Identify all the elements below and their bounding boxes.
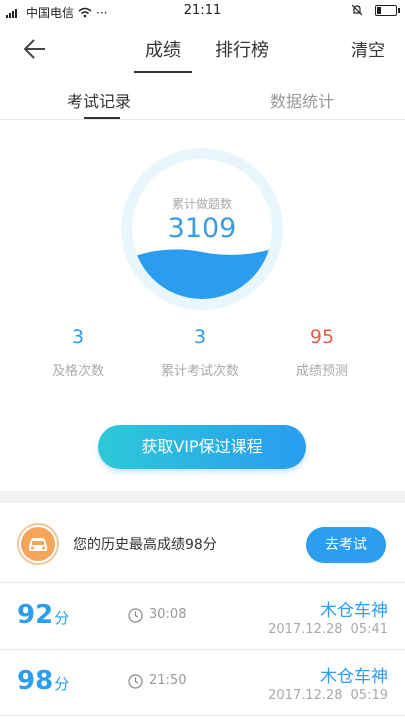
stats-row: 3 及格次数 3 累计考试次数 95 成绩预测	[0, 326, 405, 386]
stat-label: 累计考试次数	[160, 364, 239, 379]
score-value: 92	[17, 600, 54, 630]
record-title: 木仓车神	[320, 601, 388, 621]
active-subtab-indicator	[84, 117, 120, 119]
clock-icon	[128, 608, 143, 623]
score-unit: 分	[54, 675, 70, 693]
active-tab-indicator	[134, 71, 192, 73]
question-count-gauge: 累计做题数 3109	[121, 148, 283, 310]
clock-icon	[128, 674, 143, 689]
battery-icon	[375, 4, 400, 16]
record-time: 05:19	[350, 688, 388, 703]
record-duration: 30:08	[149, 607, 187, 622]
stat-value: 3	[193, 326, 207, 348]
status-bar: 中国电信 ··· 21:11	[0, 0, 405, 24]
vip-course-button[interactable]: 获取VIP保过课程	[98, 425, 306, 469]
stat-label: 成绩预测	[295, 364, 348, 379]
mute-icon	[351, 4, 363, 16]
status-right	[351, 4, 400, 16]
car-icon	[17, 523, 59, 565]
stat-exam-count: 3 累计考试次数	[140, 326, 260, 379]
clock-time: 21:11	[183, 3, 222, 18]
sub-tabs: 考试记录 数据统计	[0, 76, 405, 120]
clear-button[interactable]: 清空	[351, 36, 385, 61]
go-exam-button[interactable]: 去考试	[306, 527, 386, 563]
gauge-value: 3109	[167, 213, 237, 244]
section-divider	[0, 491, 405, 503]
stat-score-prediction: 95 成绩预测	[262, 326, 382, 379]
record-duration: 21:50	[149, 673, 187, 688]
stat-pass-count: 3 及格次数	[18, 326, 138, 379]
gauge-inner: 累计做题数 3109	[132, 159, 272, 299]
subtab-exam-records[interactable]: 考试记录	[67, 88, 131, 112]
record-date: 2017.12.28	[268, 622, 343, 637]
gauge-label: 累计做题数	[171, 197, 232, 211]
tab-score[interactable]: 成绩	[145, 36, 181, 62]
record-datetime: 2017.12.28 05:41	[268, 622, 388, 637]
record-score: 98分	[17, 666, 69, 696]
record-score: 92分	[17, 600, 69, 630]
back-arrow-icon[interactable]	[22, 36, 48, 62]
record-datetime: 2017.12.28 05:19	[268, 688, 388, 703]
score-value: 98	[17, 666, 54, 696]
record-time: 05:41	[350, 622, 388, 637]
record-title: 木仓车神	[320, 667, 388, 687]
stat-value: 95	[309, 326, 335, 348]
best-score-text: 您的历史最高成绩98分	[73, 537, 217, 553]
subtab-data-stats[interactable]: 数据统计	[270, 88, 334, 112]
record-date: 2017.12.28	[268, 688, 343, 703]
tab-leaderboard[interactable]: 排行榜	[215, 36, 269, 62]
stat-value: 3	[71, 326, 85, 348]
top-nav: 成绩 排行榜 清空	[0, 24, 405, 74]
best-score-row: 您的历史最高成绩98分 去考试	[0, 503, 405, 583]
stat-label: 及格次数	[51, 364, 104, 379]
exam-record-row[interactable]: 98分 21:50 木仓车神 2017.12.28 05:19	[0, 650, 405, 716]
score-unit: 分	[54, 609, 70, 627]
exam-record-row[interactable]: 92分 30:08 木仓车神 2017.12.28 05:41	[0, 584, 405, 650]
